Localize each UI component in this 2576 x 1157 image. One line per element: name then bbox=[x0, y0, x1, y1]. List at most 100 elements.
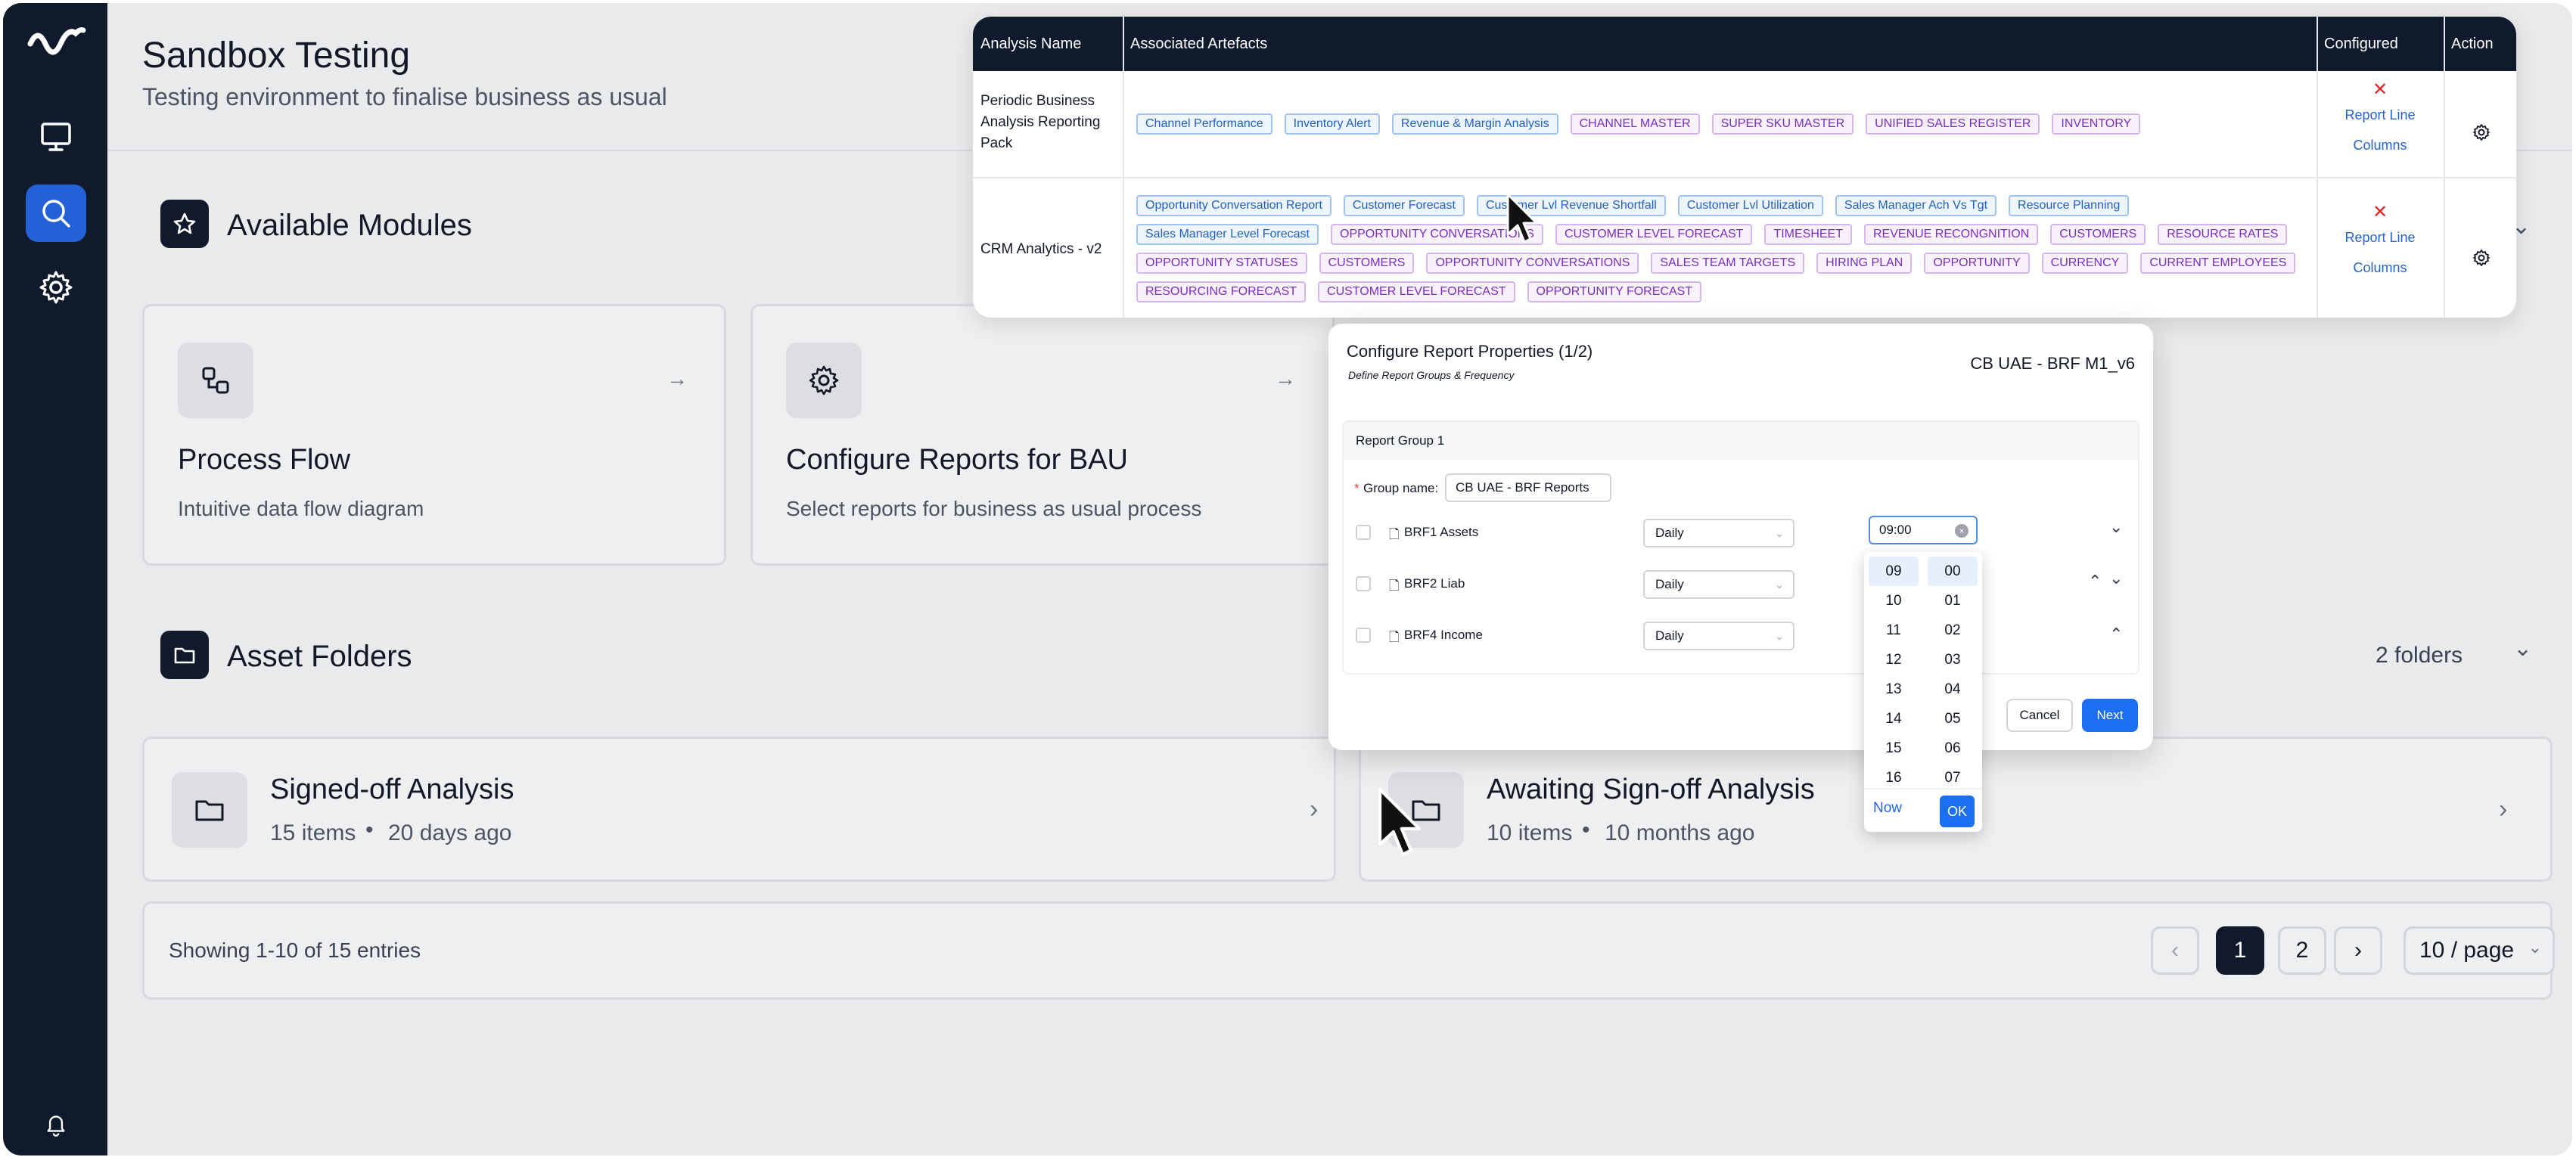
arrow-right-icon: → bbox=[1275, 367, 1296, 390]
hour-option[interactable]: 10 bbox=[1869, 586, 1919, 616]
artefact-tag[interactable]: Revenue & Margin Analysis bbox=[1391, 113, 1558, 135]
time-picker-dropdown: 09 10 11 12 13 14 15 16 00 01 02 03 04 0… bbox=[1864, 552, 1982, 832]
artefact-tag[interactable]: Resource Planning bbox=[2009, 195, 2130, 216]
artefact-tag[interactable]: CUSTOMERS bbox=[2050, 224, 2146, 245]
minute-column[interactable]: 00 01 02 03 04 05 06 07 bbox=[1928, 557, 1978, 793]
artefact-tag[interactable]: OPPORTUNITY CONVERSATIONS bbox=[1426, 253, 1639, 274]
report-line-link[interactable]: Report Line bbox=[2317, 100, 2444, 130]
minute-option[interactable]: 04 bbox=[1928, 675, 1978, 704]
artefact-tag[interactable]: OPPORTUNITY FORECAST bbox=[1527, 281, 1702, 302]
group-name-input[interactable]: CB UAE - BRF Reports bbox=[1445, 473, 1611, 502]
artefact-tag[interactable]: CURRENCY bbox=[2041, 253, 2129, 274]
page-size-select[interactable]: 10 / page ⌄ bbox=[2404, 926, 2555, 975]
minute-option[interactable]: 03 bbox=[1928, 645, 1978, 675]
report-checkbox[interactable] bbox=[1356, 525, 1371, 540]
minute-option[interactable]: 00 bbox=[1928, 557, 1978, 586]
frequency-select[interactable]: Daily ⌄ bbox=[1643, 570, 1794, 599]
columns-link[interactable]: Columns bbox=[2317, 253, 2444, 283]
folder-title: Awaiting Sign-off Analysis bbox=[1487, 774, 1815, 805]
app-logo[interactable] bbox=[26, 21, 86, 60]
frequency-select[interactable]: Daily ⌄ bbox=[1643, 622, 1794, 650]
hour-option[interactable]: 13 bbox=[1869, 675, 1919, 704]
now-button[interactable]: Now bbox=[1873, 800, 1902, 817]
process-flow-icon bbox=[178, 343, 253, 418]
artefact-tag[interactable]: RESOURCING FORECAST bbox=[1136, 281, 1307, 302]
minute-option[interactable]: 05 bbox=[1928, 704, 1978, 734]
artefact-tag[interactable]: CUSTOMERS bbox=[1319, 253, 1415, 274]
hour-option[interactable]: 11 bbox=[1869, 616, 1919, 645]
page-button-1[interactable]: 1 bbox=[2216, 926, 2264, 975]
artefact-tag[interactable]: INVENTORY bbox=[2052, 113, 2141, 135]
report-checkbox[interactable] bbox=[1356, 628, 1371, 643]
next-page-button[interactable]: › bbox=[2334, 926, 2382, 975]
column-header: Configured bbox=[2324, 36, 2398, 52]
artefact-tag[interactable]: Sales Manager Ach Vs Tgt bbox=[1835, 195, 1997, 216]
minute-option[interactable]: 06 bbox=[1928, 734, 1978, 763]
minute-option[interactable]: 02 bbox=[1928, 616, 1978, 645]
next-button[interactable]: Next bbox=[2082, 699, 2138, 732]
artefact-tag[interactable]: OPPORTUNITY STATUSES bbox=[1136, 253, 1307, 274]
hour-option[interactable]: 09 bbox=[1869, 557, 1919, 586]
chevron-down-icon[interactable]: ⌄ bbox=[2109, 569, 2123, 588]
clear-icon[interactable]: × bbox=[1955, 524, 1969, 538]
artefact-tag[interactable]: UNIFIED SALES REGISTER bbox=[1866, 113, 2040, 135]
folders-collapse-chevron-icon[interactable]: ⌄ bbox=[2513, 635, 2532, 662]
required-marker: * bbox=[1354, 481, 1359, 495]
page-button-2[interactable]: 2 bbox=[2278, 926, 2326, 975]
sidebar-item-notifications[interactable] bbox=[26, 1095, 86, 1152]
modules-title: Available Modules bbox=[227, 209, 472, 242]
artefact-tag[interactable]: REVENUE RECONGNITION bbox=[1864, 224, 2039, 245]
mouse-cursor-icon bbox=[1378, 788, 1421, 856]
row-settings-gear-icon[interactable] bbox=[2472, 248, 2491, 268]
folder-count: 10 items bbox=[1487, 820, 1573, 845]
module-card-configure-reports[interactable]: → Configure Reports for BAU Select repor… bbox=[750, 304, 1335, 566]
group-name-label: Group name: bbox=[1363, 481, 1439, 495]
dialog-subtitle: Define Report Groups & Frequency bbox=[1348, 369, 1515, 381]
frequency-select[interactable]: Daily ⌄ bbox=[1643, 519, 1794, 547]
artefact-tag[interactable]: CUSTOMER LEVEL FORECAST bbox=[1318, 281, 1515, 302]
artefact-tag[interactable]: TIMESHEET bbox=[1764, 224, 1852, 245]
time-input[interactable]: 09:00 × bbox=[1869, 516, 1978, 544]
prev-page-button[interactable]: ‹ bbox=[2151, 926, 2199, 975]
chevron-up-icon[interactable]: ⌃ bbox=[2088, 572, 2102, 591]
artefact-tag[interactable]: Inventory Alert bbox=[1284, 113, 1380, 135]
sidebar-item-settings[interactable] bbox=[26, 259, 86, 316]
cancel-button[interactable]: Cancel bbox=[2006, 699, 2073, 732]
artefact-tag[interactable]: Opportunity Conversation Report bbox=[1136, 195, 1332, 216]
module-card-title: Configure Reports for BAU bbox=[786, 444, 1128, 476]
artefact-tag[interactable]: Sales Manager Level Forecast bbox=[1136, 224, 1319, 245]
time-picker-footer: Now OK bbox=[1864, 788, 1982, 832]
folder-card-signed-off[interactable]: Signed-off Analysis 15 items • 20 days a… bbox=[142, 737, 1336, 882]
column-divider bbox=[1123, 17, 1124, 318]
hour-option[interactable]: 12 bbox=[1869, 645, 1919, 675]
hour-option[interactable]: 15 bbox=[1869, 734, 1919, 763]
page-title: Sandbox Testing bbox=[142, 36, 411, 76]
row-settings-gear-icon[interactable] bbox=[2472, 123, 2491, 142]
artefact-tag[interactable]: Customer Lvl Utilization bbox=[1677, 195, 1823, 216]
artefact-tag[interactable]: SUPER SKU MASTER bbox=[1711, 113, 1854, 135]
report-line-link[interactable]: Report Line bbox=[2317, 222, 2444, 253]
artefact-tag[interactable]: CUSTOMER LEVEL FORECAST bbox=[1555, 224, 1753, 245]
columns-link[interactable]: Columns bbox=[2317, 130, 2444, 160]
chevron-up-icon[interactable]: ⌃ bbox=[2109, 625, 2123, 644]
artefact-tag[interactable]: HIRING PLAN bbox=[1816, 253, 1913, 274]
chevron-down-icon[interactable]: ⌄ bbox=[2109, 517, 2123, 537]
sidebar-item-search[interactable] bbox=[26, 185, 86, 242]
artefact-tag[interactable]: Channel Performance bbox=[1136, 113, 1272, 135]
chevron-down-icon: ⌄ bbox=[1775, 630, 1784, 642]
artefact-tags: Opportunity Conversation Report Customer … bbox=[1136, 195, 2301, 302]
artefact-tag[interactable]: OPPORTUNITY bbox=[1924, 253, 2030, 274]
hour-option[interactable]: 14 bbox=[1869, 704, 1919, 734]
module-card-process-flow[interactable]: → Process Flow Intuitive data flow diagr… bbox=[142, 304, 726, 566]
report-checkbox[interactable] bbox=[1356, 576, 1371, 591]
artefact-tag[interactable]: Customer Forecast bbox=[1343, 195, 1465, 216]
minute-option[interactable]: 01 bbox=[1928, 586, 1978, 616]
artefact-tag[interactable]: RESOURCE RATES bbox=[2158, 224, 2288, 245]
file-icon: 🗋 bbox=[1389, 527, 1400, 541]
artefact-tag[interactable]: SALES TEAM TARGETS bbox=[1651, 253, 1805, 274]
hour-column[interactable]: 09 10 11 12 13 14 15 16 bbox=[1869, 557, 1919, 793]
artefact-tag[interactable]: CURRENT EMPLOYEES bbox=[2140, 253, 2296, 274]
ok-button[interactable]: OK bbox=[1940, 796, 1975, 827]
artefact-tag[interactable]: CHANNEL MASTER bbox=[1570, 113, 1700, 135]
sidebar-item-monitor[interactable] bbox=[26, 107, 86, 165]
